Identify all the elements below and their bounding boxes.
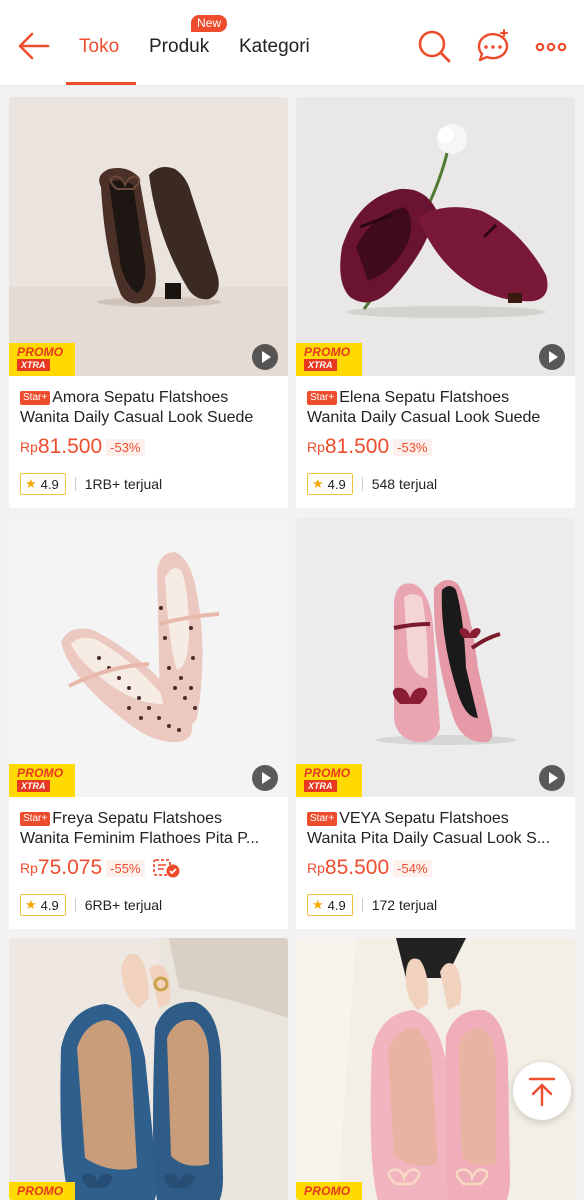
- product-image: [9, 938, 288, 1200]
- product-title: Star+ Freya Sepatu Flatshoes Wanita Femin…: [20, 810, 260, 847]
- meta-row: ★ 4.9 548 terjual: [307, 472, 564, 496]
- discount-badge: -53%: [106, 438, 145, 456]
- price-row: Rp 75.075 -55%: [20, 855, 277, 881]
- star-plus-badge: Star+: [307, 812, 338, 826]
- rating-badge: ★ 4.9: [307, 473, 353, 495]
- more-icon[interactable]: [532, 26, 572, 66]
- promo-xtra-badge: PROMO XTRA: [9, 343, 75, 376]
- star-icon: ★: [312, 476, 324, 491]
- star-plus-badge: Star+: [307, 391, 338, 405]
- product-card[interactable]: PROMO XTRA Star+ VEYA Sepatu Flatshoes Wan…: [296, 518, 575, 929]
- sold-count: 172 terjual: [371, 897, 438, 913]
- free-shipping-icon: [152, 857, 181, 879]
- star-icon: ★: [25, 897, 37, 912]
- price-row: Rp 81.500 -53%: [20, 434, 277, 460]
- meta-row: ★ 4.9 1RB+ terjual: [20, 472, 277, 496]
- tab-kategori[interactable]: Kategori: [239, 36, 310, 58]
- product-title: Star+ Amora Sepatu Flatshoes Wanita Daily…: [20, 389, 254, 426]
- promo-xtra-badge: PROMO: [9, 1182, 75, 1200]
- play-icon[interactable]: [539, 344, 565, 370]
- product-image: [9, 518, 288, 797]
- promo-xtra-badge: PROMO XTRA: [296, 764, 362, 797]
- product-card[interactable]: PROMO XTRA Star+ Elena Sepatu Flatshoes Wa…: [296, 97, 575, 508]
- price: 81.500: [324, 435, 390, 458]
- promo-xtra-badge: PROMO XTRA: [296, 343, 362, 376]
- top-bar: Toko Produk New Kategori: [0, 0, 584, 86]
- chat-icon[interactable]: [473, 26, 513, 66]
- price: 75.075: [37, 856, 103, 879]
- product-image: [9, 97, 288, 376]
- back-arrow-icon[interactable]: [14, 26, 54, 66]
- price: 81.500: [37, 435, 103, 458]
- play-icon[interactable]: [252, 765, 278, 791]
- star-icon: ★: [25, 476, 37, 491]
- sold-count: 548 terjual: [371, 476, 438, 492]
- promo-xtra-badge: PROMO XTRA: [9, 764, 75, 797]
- promo-xtra-badge: PROMO: [296, 1182, 362, 1200]
- product-title: Star+ VEYA Sepatu Flatshoes Wanita Pita D…: [307, 810, 551, 847]
- rating-badge: ★ 4.9: [20, 894, 66, 916]
- product-image: [296, 97, 575, 376]
- product-card[interactable]: PROMO XTRA Star+ Amora Sepatu Flatshoes Wa…: [9, 97, 288, 508]
- product-card[interactable]: PROMO XTRA Star+ Freya Sepatu Flatshoes Wa…: [9, 518, 288, 929]
- play-icon[interactable]: [539, 765, 565, 791]
- search-icon[interactable]: [414, 26, 454, 66]
- price: 85.500: [324, 856, 390, 879]
- tab-toko[interactable]: Toko: [79, 36, 119, 58]
- scroll-top-icon[interactable]: [513, 1062, 571, 1120]
- meta-row: ★ 4.9 6RB+ terjual: [20, 893, 277, 917]
- new-badge: New: [191, 15, 228, 32]
- rating-badge: ★ 4.9: [20, 473, 66, 495]
- product-card[interactable]: PROMO: [9, 938, 288, 1200]
- active-tab-indicator: [66, 82, 136, 85]
- sold-count: 6RB+ terjual: [84, 897, 163, 913]
- discount-badge: -55%: [106, 859, 145, 877]
- star-plus-badge: Star+: [20, 391, 51, 405]
- discount-badge: -54%: [393, 859, 432, 877]
- meta-row: ★ 4.9 172 terjual: [307, 893, 564, 917]
- sold-count: 1RB+ terjual: [84, 476, 163, 492]
- star-icon: ★: [312, 897, 324, 912]
- rating-badge: ★ 4.9: [307, 894, 353, 916]
- play-icon[interactable]: [252, 344, 278, 370]
- price-row: Rp 81.500 -53%: [307, 434, 564, 460]
- product-image: [296, 518, 575, 797]
- discount-badge: -53%: [393, 438, 432, 456]
- price-row: Rp 85.500 -54%: [307, 855, 564, 881]
- tab-produk[interactable]: Produk: [149, 36, 209, 58]
- product-title: Star+ Elena Sepatu Flatshoes Wanita Daily…: [307, 389, 541, 426]
- star-plus-badge: Star+: [20, 812, 51, 826]
